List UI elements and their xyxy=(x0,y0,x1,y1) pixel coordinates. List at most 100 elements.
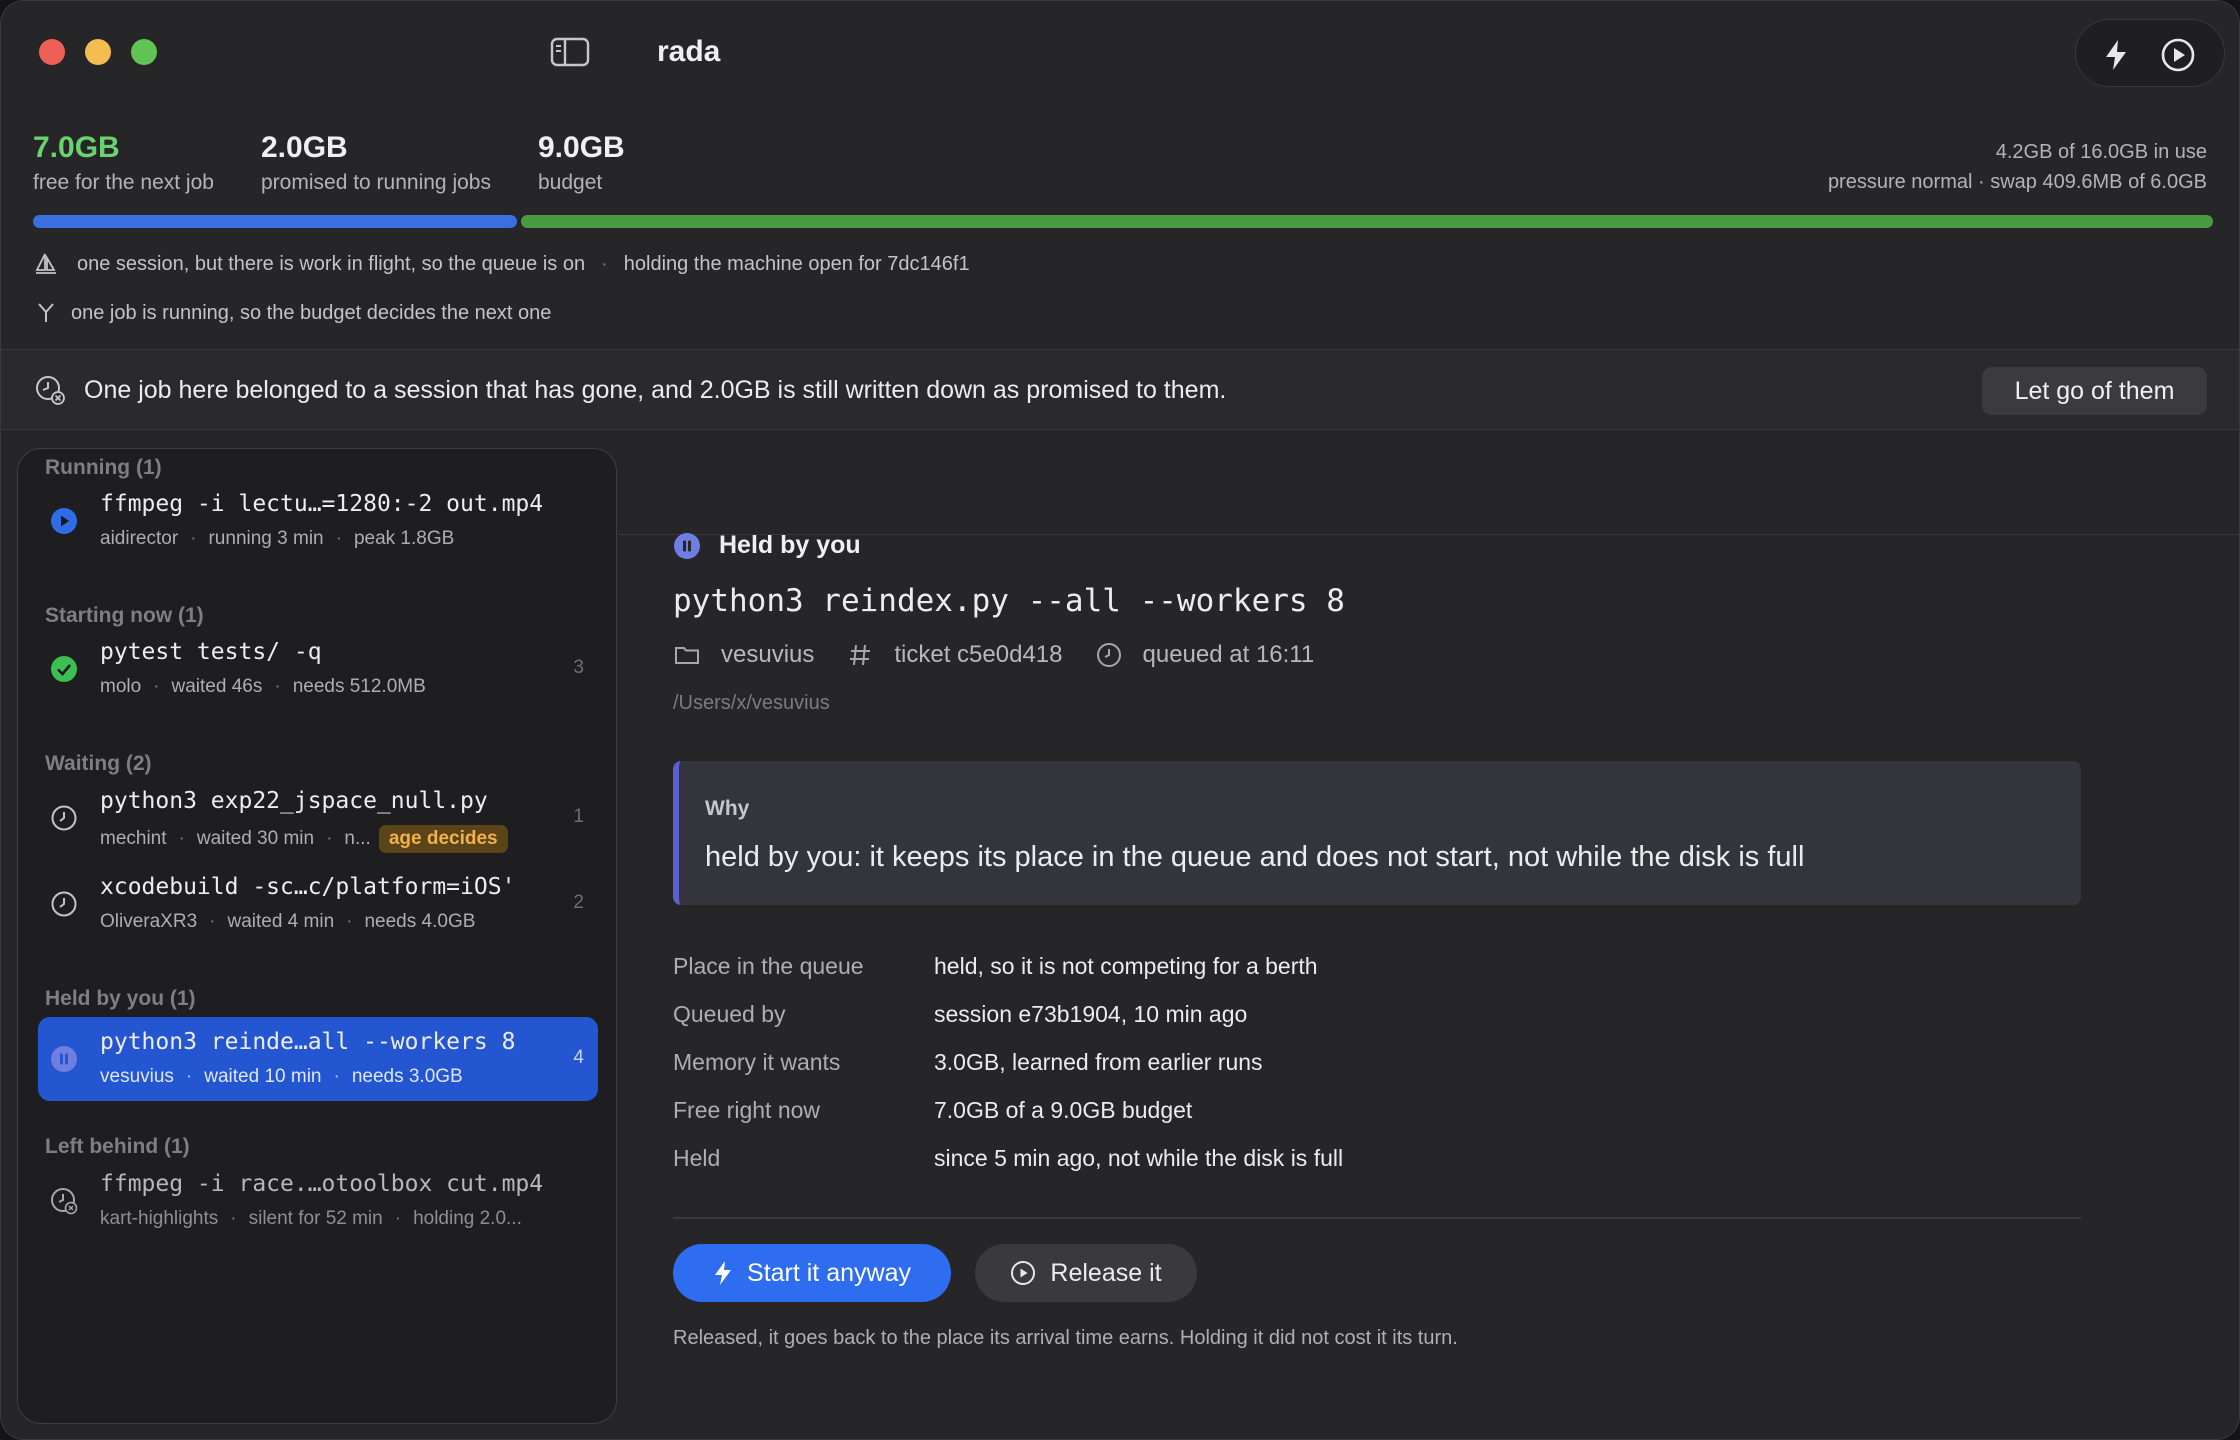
group-title-waiting: Waiting (2) xyxy=(45,752,152,775)
project-name: vesuvius xyxy=(721,641,815,668)
release-button[interactable]: Release it xyxy=(975,1244,1197,1302)
job-owner: OliveraXR3 xyxy=(100,911,198,932)
pause-circle-icon xyxy=(51,1046,77,1072)
divider xyxy=(1,429,2239,430)
group-title-left-behind: Left behind (1) xyxy=(45,1135,190,1158)
field-value: 3.0GB, learned from earlier runs xyxy=(934,1049,1263,1075)
job-time: waited 4 min xyxy=(227,911,335,932)
job-item[interactable]: python3 exp22_jspace_null.py mechint · wa… xyxy=(38,776,598,860)
why-title: Why xyxy=(705,797,750,820)
job-memory: needs 4.0GB xyxy=(364,911,476,932)
field-label: Queued by xyxy=(673,1001,786,1027)
queue-position: 2 xyxy=(573,892,584,913)
orphan-alert: One job here belonged to a session that … xyxy=(1,350,2239,429)
job-command: python3 reinde…all --workers 8 xyxy=(100,1029,516,1055)
job-time: waited 46s xyxy=(171,676,263,697)
fork-icon xyxy=(38,303,54,322)
group-title-running: Running (1) xyxy=(45,456,162,479)
job-memory: needs 3.0GB xyxy=(351,1066,463,1087)
separator-dot: · xyxy=(601,252,608,275)
queue-status-text: one session, but there is work in flight… xyxy=(77,252,586,275)
field-label: Place in the queue xyxy=(673,953,864,979)
clock-x-icon xyxy=(36,376,65,405)
budget-label: budget xyxy=(538,171,603,194)
pause-circle-icon xyxy=(674,532,700,559)
job-meta: aidirector · running 3 min · peak 1.8GB xyxy=(100,528,455,549)
free-memory-bar xyxy=(521,215,2213,228)
job-owner: aidirector xyxy=(100,528,179,549)
queue-position: 1 xyxy=(573,806,584,827)
promised-memory-bar xyxy=(33,215,517,228)
job-item-selected[interactable]: python3 reinde…all --workers 8 vesuvius ·… xyxy=(38,1017,598,1101)
budget-rule-row: one job is running, so the budget decide… xyxy=(33,300,551,326)
job-meta-row: vesuvius ticket c5e0d418 queued at 16:11 xyxy=(673,641,1314,669)
app-window: rada 7.0GB free for the next job 2.0GB p… xyxy=(0,0,2240,1440)
job-time: silent for 52 min xyxy=(248,1208,383,1229)
release-label: Release it xyxy=(1050,1258,1162,1287)
ticket-id: ticket c5e0d418 xyxy=(894,641,1063,668)
let-go-button[interactable]: Let go of them xyxy=(1982,367,2207,415)
job-meta: mechint · waited 30 min · n... age decides xyxy=(100,825,580,853)
job-command: xcodebuild -sc…c/platform=iOS' xyxy=(100,874,516,900)
job-item[interactable]: pytest tests/ -q molo · waited 46s · needs… xyxy=(38,627,598,711)
clock-icon xyxy=(51,891,77,917)
play-circle-icon xyxy=(51,508,77,534)
job-owner: vesuvius xyxy=(100,1066,174,1087)
promised-memory-stat: 2.0GB promised to running jobs xyxy=(261,131,491,195)
field-value: since 5 min ago, not while the disk is f… xyxy=(934,1145,1344,1171)
job-owner: molo xyxy=(100,676,142,697)
age-decides-badge: age decides xyxy=(378,825,508,853)
minimize-window-button[interactable] xyxy=(85,39,111,65)
job-command: pytest tests/ -q xyxy=(100,639,322,665)
job-item[interactable]: xcodebuild -sc…c/platform=iOS' OliveraXR… xyxy=(38,862,598,946)
promised-memory-value: 2.0GB xyxy=(261,131,348,164)
close-window-button[interactable] xyxy=(39,39,65,65)
field-label: Memory it wants xyxy=(673,1049,841,1075)
job-list-sidebar: Running (1) ffmpeg -i lectu…=1280:-2 out… xyxy=(17,448,617,1424)
start-anyway-button[interactable]: Start it anyway xyxy=(673,1244,951,1302)
why-text: held by you: it keeps its place in the q… xyxy=(705,841,1805,873)
lightning-icon xyxy=(715,1261,732,1285)
play-circle-icon xyxy=(1011,1261,1036,1285)
job-memory: holding 2.0... xyxy=(413,1208,522,1229)
folder-icon xyxy=(675,647,699,664)
job-meta: vesuvius · waited 10 min · needs 3.0GB xyxy=(100,1066,463,1087)
zoom-window-button[interactable] xyxy=(131,39,157,65)
budget-value: 9.0GB xyxy=(538,131,625,164)
job-owner: mechint xyxy=(100,828,167,849)
queued-time: queued at 16:11 xyxy=(1142,641,1315,668)
job-memory: needs 512.0MB xyxy=(292,676,426,697)
queue-position: 4 xyxy=(573,1047,584,1068)
field-label: Held xyxy=(673,1145,721,1171)
free-memory-value: 7.0GB xyxy=(33,131,120,164)
job-time: running 3 min xyxy=(208,528,324,549)
job-item[interactable]: ffmpeg -i lectu…=1280:-2 out.mp4 aidirec… xyxy=(38,479,598,563)
free-memory-label: free for the next job xyxy=(33,171,214,194)
status-label: Held by you xyxy=(719,531,861,559)
check-circle-icon xyxy=(51,656,77,682)
budget-stat: 9.0GB budget xyxy=(538,131,625,195)
release-footnote: Released, it goes back to the place its … xyxy=(673,1327,1458,1349)
job-time: waited 30 min xyxy=(196,828,315,849)
queue-position: 3 xyxy=(573,657,584,678)
job-owner: kart-highlights xyxy=(100,1208,219,1229)
play-circle-icon[interactable] xyxy=(2160,37,2196,73)
start-anyway-label: Start it anyway xyxy=(747,1258,911,1287)
divider xyxy=(673,1217,2081,1219)
memory-pressure: pressure normal · swap 409.6MB of 6.0GB xyxy=(1827,171,2207,193)
memory-in-use: 4.2GB of 16.0GB in use xyxy=(1995,141,2207,163)
field-value: 7.0GB of a 9.0GB budget xyxy=(934,1097,1193,1123)
job-meta: molo · waited 46s · needs 512.0MB xyxy=(100,676,426,697)
app-title: rada xyxy=(657,35,721,68)
budget-rule-text: one job is running, so the budget decide… xyxy=(71,301,552,324)
status-row: Held by you xyxy=(673,531,861,560)
lightning-icon[interactable] xyxy=(2098,37,2134,73)
promised-memory-label: promised to running jobs xyxy=(261,171,491,194)
job-item[interactable]: ffmpeg -i race.…otoolbox cut.mp4 kart-hi… xyxy=(38,1159,598,1243)
job-time: waited 10 min xyxy=(204,1066,322,1087)
field-value: session e73b1904, 10 min ago xyxy=(934,1001,1248,1027)
sidebar-toggle-icon[interactable] xyxy=(550,37,590,67)
holding-text: holding the machine open for 7dc146f1 xyxy=(623,252,970,275)
job-command: ffmpeg -i lectu…=1280:-2 out.mp4 xyxy=(100,491,544,517)
clock-icon xyxy=(1096,643,1121,667)
